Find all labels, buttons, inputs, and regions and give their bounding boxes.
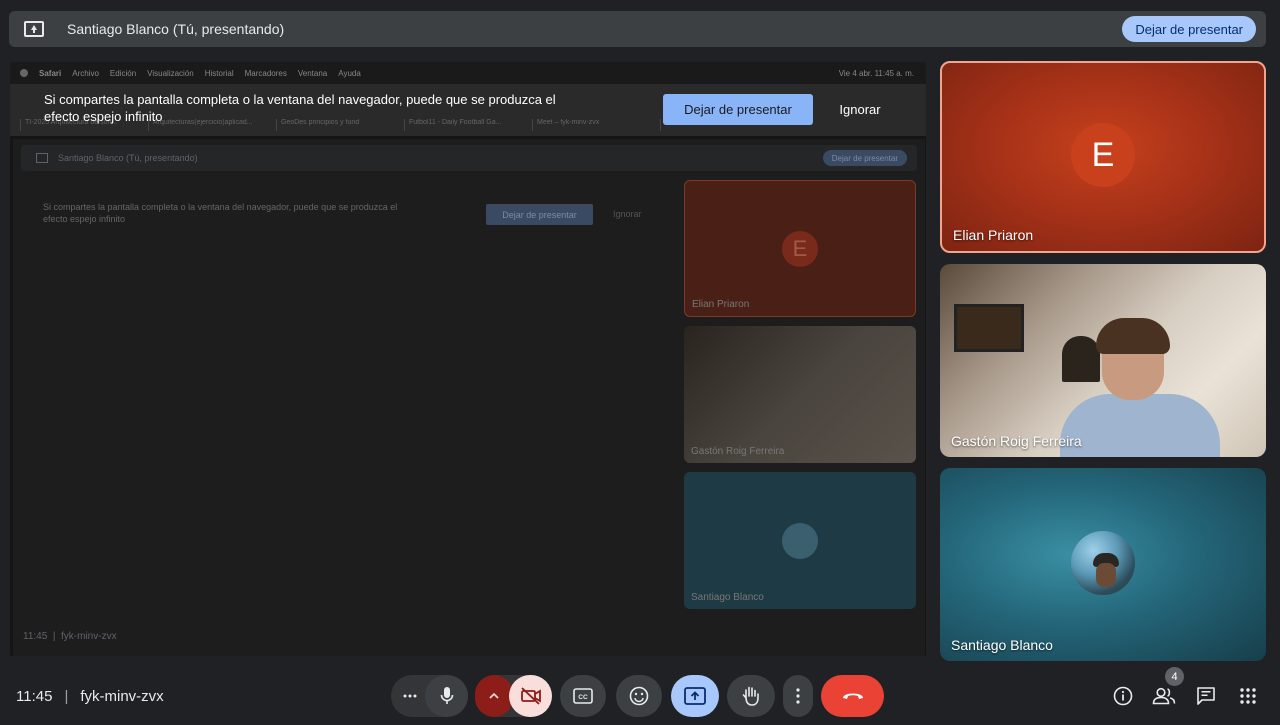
participant-name: Gastón Roig Ferreira	[951, 433, 1082, 449]
participants-count-badge: 4	[1165, 667, 1184, 686]
participant-name: Santiago Blanco	[951, 637, 1053, 653]
people-icon	[1152, 687, 1176, 705]
mac-menu-bar: Safari Archivo Edición Visualización His…	[10, 62, 926, 84]
participant-avatar	[1071, 530, 1135, 595]
camera-off-icon	[520, 687, 541, 705]
participant-tile-gaston[interactable]: Gastón Roig Ferreira	[940, 264, 1266, 457]
nested-tile-name: Elian Priaron	[692, 299, 750, 310]
svg-text:CC: CC	[578, 694, 588, 701]
microphone-button[interactable]	[425, 675, 468, 717]
nested-warning-message: Si compartes la pantalla completa o la v…	[43, 202, 398, 224]
hang-up-icon	[842, 693, 863, 699]
menu-item: Archivo	[72, 68, 99, 78]
meeting-details-button[interactable]	[1110, 683, 1136, 709]
participant-tile-elian[interactable]: E Elian Priaron	[940, 61, 1266, 253]
raise-hand-button[interactable]	[727, 675, 775, 717]
nested-banner-title: Santiago Blanco (Tú, presentando)	[58, 153, 198, 163]
participant-tile-santiago[interactable]: Santiago Blanco	[940, 468, 1266, 661]
menu-clock: Vie 4 abr. 11:45 a. m.	[838, 69, 914, 78]
people-button[interactable]	[1151, 683, 1177, 709]
camera-options-button[interactable]	[475, 675, 513, 717]
menu-item: Marcadores	[244, 68, 287, 78]
emoji-icon	[629, 686, 649, 706]
nested-tile-name: Gastón Roig Ferreira	[691, 446, 785, 457]
microphone-icon	[440, 687, 453, 704]
bottom-controls-bar: 11:45 | fyk-minv-zvx CC	[0, 669, 1280, 725]
nested-tile-santiago: Santiago Blanco	[684, 472, 916, 609]
apps-grid-icon	[1240, 688, 1256, 704]
info-icon	[1113, 686, 1133, 706]
meet-window: Santiago Blanco (Tú, presentando) Dejar …	[0, 0, 1280, 725]
stop-presenting-button[interactable]: Dejar de presentar	[1122, 16, 1256, 42]
menu-item: Safari	[39, 68, 62, 78]
reactions-button[interactable]	[616, 675, 662, 717]
chat-icon	[1197, 687, 1215, 705]
participant-name: Elian Priaron	[953, 227, 1034, 243]
nested-meet-mirror: Santiago Blanco (Tú, presentando) Dejar …	[13, 139, 925, 656]
nested-tile-name: Santiago Blanco	[691, 592, 764, 603]
nested-present-icon	[36, 153, 48, 163]
nested-tile-elian: E Elian Priaron	[684, 180, 916, 317]
wall-frame	[954, 304, 1024, 352]
chat-button[interactable]	[1193, 683, 1219, 709]
more-audio-options-button[interactable]	[391, 675, 429, 717]
nested-avatar-photo	[782, 522, 818, 559]
meeting-separator: |	[64, 688, 69, 705]
nested-presenting-banner: Santiago Blanco (Tú, presentando) Dejar …	[21, 145, 917, 171]
mirror-warning-message: Si compartes la pantalla completa o la v…	[44, 92, 556, 124]
present-screen-button[interactable]	[671, 675, 719, 717]
more-horizontal-icon	[403, 694, 417, 698]
participant-avatar: E	[1071, 123, 1135, 187]
more-vertical-icon	[796, 688, 800, 704]
menu-item: Visualización	[147, 68, 194, 78]
nested-meeting-info: 11:45 | fyk-minv-zvx	[23, 631, 117, 642]
infobar-ignore-button[interactable]: Ignorar	[825, 94, 895, 125]
infobar-stop-presenting-button[interactable]: Dejar de presentar	[663, 94, 813, 125]
presenting-banner: Santiago Blanco (Tú, presentando) Dejar …	[9, 11, 1266, 47]
chevron-up-icon	[489, 693, 499, 699]
nested-avatar: E	[782, 230, 818, 267]
apple-icon	[20, 69, 28, 77]
activities-button[interactable]	[1235, 683, 1261, 709]
menu-item: Ventana	[297, 68, 328, 78]
present-screen-icon	[24, 21, 44, 37]
raise-hand-icon	[742, 686, 759, 706]
nested-stop-button: Dejar de presentar	[822, 150, 907, 166]
menu-item: Historial	[204, 68, 234, 78]
menu-item: Ayuda	[338, 68, 361, 78]
nested-tile-gaston: Gastón Roig Ferreira	[684, 326, 916, 463]
more-options-button[interactable]	[783, 675, 813, 717]
nested-infobar-ignore: Ignorar	[613, 209, 642, 219]
meeting-code: fyk-minv-zvx	[80, 688, 164, 705]
nested-code: fyk-minv-zvx	[61, 631, 117, 642]
leave-call-button[interactable]	[821, 675, 884, 717]
camera-toggle-button[interactable]	[509, 675, 552, 717]
captions-button[interactable]: CC	[560, 675, 606, 717]
participant-video	[1060, 318, 1220, 457]
meeting-time: 11:45	[16, 688, 53, 705]
meeting-info: 11:45 | fyk-minv-zvx	[16, 688, 164, 705]
shared-screen-preview: Safari Archivo Edición Visualización His…	[10, 62, 926, 656]
closed-captions-icon: CC	[573, 688, 593, 704]
presenting-title: Santiago Blanco (Tú, presentando)	[67, 21, 285, 37]
nested-time: 11:45	[23, 631, 48, 642]
mirror-warning-infobar: Si compartes la pantalla completa o la v…	[10, 84, 926, 128]
nested-infobar-stop: Dejar de presentar	[486, 204, 593, 225]
menu-item: Edición	[109, 68, 137, 78]
present-to-all-icon	[684, 687, 706, 705]
